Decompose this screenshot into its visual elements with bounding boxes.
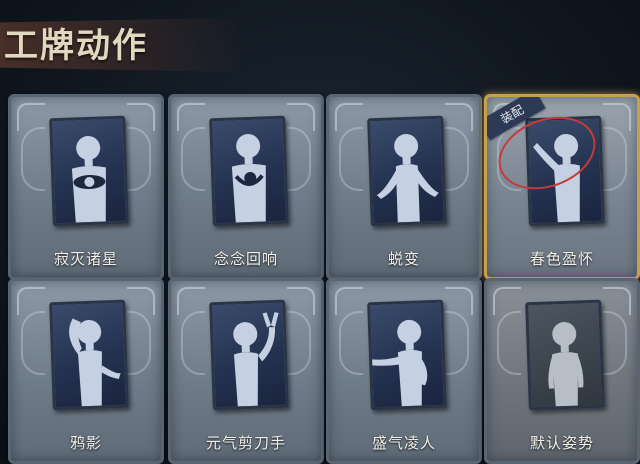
pose-label: 盛气凌人	[371, 434, 436, 452]
pose-label: 鸦影	[69, 434, 102, 452]
open-arms-silhouette-icon	[376, 134, 439, 223]
pose-card-8[interactable]: 默认姿势	[484, 278, 640, 464]
pose-label: 寂灭诸星	[53, 250, 118, 268]
frame-swirl	[603, 311, 627, 375]
pose-card-3[interactable]: 蜕变	[326, 94, 482, 280]
pose-portrait	[367, 299, 447, 411]
page-title: 工牌动作	[4, 26, 148, 66]
frame-swirl	[339, 311, 363, 375]
crossed-hands-silhouette-icon	[71, 136, 106, 223]
header: 工牌动作	[0, 0, 640, 82]
pose-card-5[interactable]: 鸦影	[8, 278, 164, 464]
pose-label: 蜕变	[387, 250, 420, 268]
pose-card-4[interactable]: 装配 春色盈怀	[484, 94, 640, 280]
frame-swirl	[21, 127, 45, 191]
pose-card-1[interactable]: 寂灭诸星	[8, 94, 164, 280]
point-silhouette-icon	[370, 319, 428, 407]
frame-swirl	[497, 311, 521, 375]
default-silhouette-icon	[548, 322, 584, 407]
hug-silhouette-icon	[231, 134, 266, 223]
frame-swirl	[287, 311, 311, 375]
pose-card-2[interactable]: 念念回响	[168, 94, 324, 280]
frame-swirl	[339, 127, 363, 191]
pose-label: 默认姿势	[529, 434, 594, 452]
frame-swirl	[603, 127, 627, 191]
frame-swirl	[445, 127, 469, 191]
pose-portrait	[49, 299, 129, 411]
pose-portrait	[525, 299, 605, 411]
pose-card-7[interactable]: 盛气凌人	[326, 278, 482, 464]
frame-swirl	[181, 127, 205, 191]
salute-silhouette-icon	[69, 318, 121, 407]
frame-swirl	[127, 127, 151, 191]
frame-swirl	[21, 311, 45, 375]
pose-portrait	[49, 115, 129, 227]
frame-swirl	[445, 311, 469, 375]
frame-swirl	[287, 127, 311, 191]
pose-label: 念念回响	[213, 250, 278, 268]
pose-label: 元气剪刀手	[205, 434, 286, 452]
pose-portrait	[209, 299, 289, 411]
peace-sign-silhouette-icon	[233, 312, 279, 407]
pose-portrait	[209, 115, 289, 227]
pose-grid: 寂灭诸星 念念回响 蜕变 装配 春色盈怀 鸦影 元气剪刀手 盛气凌人 默认姿势	[0, 86, 640, 464]
frame-swirl	[127, 311, 151, 375]
pose-portrait	[367, 115, 447, 227]
pose-label: 春色盈怀	[529, 250, 594, 268]
pose-card-6[interactable]: 元气剪刀手	[168, 278, 324, 464]
frame-swirl	[181, 311, 205, 375]
